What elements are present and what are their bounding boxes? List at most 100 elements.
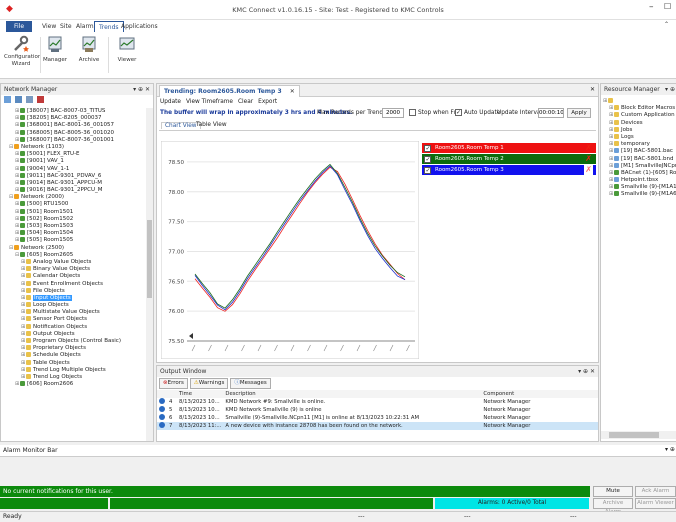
resource-manager-item[interactable]: ⊞[M1] SmallvilleJNCpn11.bnd xyxy=(603,162,676,170)
panel-pin-close-icon[interactable]: ▾ ⊕ ✕ xyxy=(133,84,150,95)
close-document-icon[interactable]: ✕ xyxy=(590,86,595,93)
network-manager-item[interactable]: ⊟ Network (2000) xyxy=(3,194,143,201)
refresh-icon[interactable] xyxy=(4,96,11,103)
network-manager-item[interactable]: ⊞ [9016] BAC-9301_2PPCU_M xyxy=(3,187,143,194)
configuration-wizard-button[interactable]: Configuration Wizard xyxy=(4,35,41,67)
table-row[interactable]: 4 8/13/2023 10... KMD Network #9: Smallvil… xyxy=(157,398,598,406)
stop-when-full-checkbox[interactable] xyxy=(409,109,416,116)
resource-manager-item[interactable]: ⊞ Devices xyxy=(603,119,676,127)
resource-manager-item[interactable]: ⊞ Logs xyxy=(603,133,676,141)
network-manager-item[interactable]: ⊞ [9001] VAV_1 xyxy=(3,158,143,165)
tab-table-view[interactable]: Table View xyxy=(193,122,230,128)
network-manager-item[interactable]: ⊞ Trend Log Objects xyxy=(3,373,143,381)
network-manager-item[interactable]: ⊞ Sensor Port Objects xyxy=(3,316,143,323)
network-manager-item[interactable]: ⊞ Notification Objects xyxy=(3,323,143,331)
mute-button[interactable]: Mute xyxy=(593,486,633,497)
trending-tab[interactable]: Trending: Room2605.Room Temp 3 ✕ xyxy=(159,85,300,97)
menu-file[interactable]: File xyxy=(6,21,32,32)
delete-icon[interactable] xyxy=(37,96,44,103)
legend-checkbox[interactable] xyxy=(424,144,431,154)
resource-manager-item[interactable]: ⊞Smallville (9)-[M1A6] 16 xyxy=(603,191,676,198)
table-row[interactable]: 7 8/13/2023 11:... A new device with insta… xyxy=(157,422,598,430)
resource-manager-item[interactable]: ⊞ [19] BAC-5801.bnd xyxy=(603,155,676,163)
network-manager-item[interactable]: ⊞ [368001] BAC-8001-36_001057 xyxy=(3,122,143,129)
network-manager-item[interactable]: ⊞ Output Objects xyxy=(3,330,143,338)
network-manager-item[interactable]: ⊞ Program Objects (Control Basic) xyxy=(3,338,143,345)
resource-manager-item[interactable]: ⊞Smallville (9)-[M1A1] Office xyxy=(603,184,676,191)
network-manager-item[interactable]: ⊞ [502] Room1502 xyxy=(3,215,143,223)
table-row[interactable]: 5 8/13/2023 10... KMD Network Smallville (… xyxy=(157,406,598,414)
resource-manager-item[interactable]: ⊞ Jobs xyxy=(603,126,676,134)
remove-trend-icon[interactable]: ✗ xyxy=(584,143,593,153)
network-manager-item[interactable]: ⊞ Binary Value Objects xyxy=(3,266,143,273)
resource-manager-item[interactable]: ⊞ [19] BAC-5801.bac xyxy=(603,148,676,155)
trend-menu-update[interactable]: Update xyxy=(160,97,181,107)
output-pin-close-icon[interactable]: ▾ ⊕ ✕ xyxy=(578,366,595,377)
max-records-input[interactable] xyxy=(382,108,404,118)
network-manager-item[interactable]: ⊞ Calendar Objects xyxy=(3,273,143,280)
network-manager-item[interactable]: ⊞ Table Objects xyxy=(3,359,143,367)
auto-update-checkbox[interactable]: ✓ xyxy=(455,109,462,116)
warnings-filter-button[interactable]: ⚠Warnings xyxy=(189,378,229,389)
maximize-icon[interactable]: ☐ xyxy=(664,2,671,11)
alarm-pin-icon[interactable]: ▾ ⊕ xyxy=(665,446,675,453)
network-manager-item[interactable]: ⊞ Multistate Value Objects xyxy=(3,309,143,316)
network-manager-item[interactable]: ⊞ Loop Objects xyxy=(3,302,143,309)
network-manager-item[interactable]: ⊞ [606] Room2606 xyxy=(3,381,143,388)
network-manager-item[interactable]: ⊞ [500] RTU1500 xyxy=(3,201,143,208)
trend-viewer-button[interactable]: Viewer xyxy=(114,35,140,63)
network-manager-item[interactable]: ⊞ [368007] BAC-8007-36_001001 xyxy=(3,136,143,144)
resource-manager-item[interactable]: ⊞Custom Application Libraries xyxy=(603,112,676,119)
network-manager-item[interactable]: ⊟ Network (2500) xyxy=(3,244,143,252)
resource-manager-item[interactable]: ⊞ temporary xyxy=(603,141,676,148)
resource-pin-icon[interactable]: ▾ ⊕ xyxy=(665,84,675,95)
network-manager-item[interactable]: ⊞ [38007] BAC-8007-03_TITUS xyxy=(3,108,143,115)
resource-manager-item[interactable]: ⊞ xyxy=(603,98,676,105)
network-manager-item[interactable]: ⊞ Input Objects xyxy=(3,294,143,302)
archive-alarm-button[interactable]: Archive Alarm xyxy=(593,498,633,515)
network-manager-item[interactable]: ⊞ [9011] BAC-9301_PDVAV_6 xyxy=(3,172,143,180)
legend-entry[interactable]: Room2605.Room Temp 2 ✗ xyxy=(422,154,596,165)
network-manager-item[interactable]: ⊞ [504] Room1504 xyxy=(3,230,143,237)
collapse-ribbon-icon[interactable]: ⌃ xyxy=(664,21,669,28)
network-manager-item[interactable]: ⊞ [505] Room1505 xyxy=(3,237,143,244)
network-manager-item[interactable]: ⊟ Network (1103) xyxy=(3,143,143,151)
resource-hscrollbar[interactable] xyxy=(601,431,676,439)
network-manager-item[interactable]: ⊞ [503] Room1503 xyxy=(3,223,143,230)
network-manager-item[interactable]: ⊞ Analog Value Objects xyxy=(3,258,143,266)
network-manager-item[interactable]: ⊞ [5001] FLEX_RTU-E xyxy=(3,151,143,158)
resource-manager-item[interactable]: ⊞BACnet (1)-[605] Room2605 xyxy=(603,169,676,177)
column-component[interactable]: Component xyxy=(481,390,598,398)
scrollbar-thumb[interactable] xyxy=(147,220,152,298)
trend-menu-clear[interactable]: Clear xyxy=(238,97,253,107)
network-manager-item[interactable]: ⊟ [605] Room2605 xyxy=(3,251,143,259)
network-manager-item[interactable]: ⊞ [501] Room1501 xyxy=(3,208,143,216)
network-manager-item[interactable]: ⊞ [368005] BAC-8005-36_001020 xyxy=(3,129,143,137)
discover-icon[interactable] xyxy=(26,96,33,103)
network-manager-item[interactable]: ⊞ [38205] BAC-8205_000037 xyxy=(3,115,143,122)
network-manager-item[interactable]: ⊞ [9014] BAC-9301_APPCU-M xyxy=(3,179,143,187)
messages-filter-button[interactable]: ⓘMessages xyxy=(230,378,271,389)
connect-icon[interactable] xyxy=(15,96,22,103)
network-manager-item[interactable]: ⊞ File Objects xyxy=(3,287,143,295)
resource-manager-item[interactable]: ⊞ Block Editor Macros xyxy=(603,105,676,112)
trend-menu-export[interactable]: Export xyxy=(258,97,277,107)
trend-manager-button[interactable]: Manager xyxy=(42,35,68,63)
trend-menu-view-timeframe[interactable]: View Timeframe xyxy=(186,97,233,107)
remove-trend-icon[interactable]: ✗ xyxy=(584,154,593,164)
network-manager-item[interactable]: ⊞ [9004] VAV_1-1 xyxy=(3,165,143,173)
errors-filter-button[interactable]: ⊗Errors xyxy=(159,378,188,389)
trend-archive-button[interactable]: Archive xyxy=(76,35,102,63)
column-time[interactable]: Time xyxy=(177,390,223,398)
apply-button[interactable]: Apply xyxy=(567,108,591,118)
update-interval-input[interactable] xyxy=(538,108,564,118)
minimize-icon[interactable]: – xyxy=(649,2,654,12)
ack-alarm-button[interactable]: Ack Alarm xyxy=(635,486,676,497)
legend-entry[interactable]: Room2605.Room Temp 3 ✗ xyxy=(422,165,596,176)
alarm-viewer-button[interactable]: Alarm Viewer xyxy=(635,498,676,509)
menu-applications[interactable]: Applications xyxy=(117,21,162,32)
legend-checkbox[interactable] xyxy=(424,155,431,165)
column-description[interactable]: Description xyxy=(223,390,481,398)
hscroll-thumb[interactable] xyxy=(609,432,659,438)
network-manager-item[interactable]: ⊞ Trend Log Multiple Objects xyxy=(3,366,143,374)
